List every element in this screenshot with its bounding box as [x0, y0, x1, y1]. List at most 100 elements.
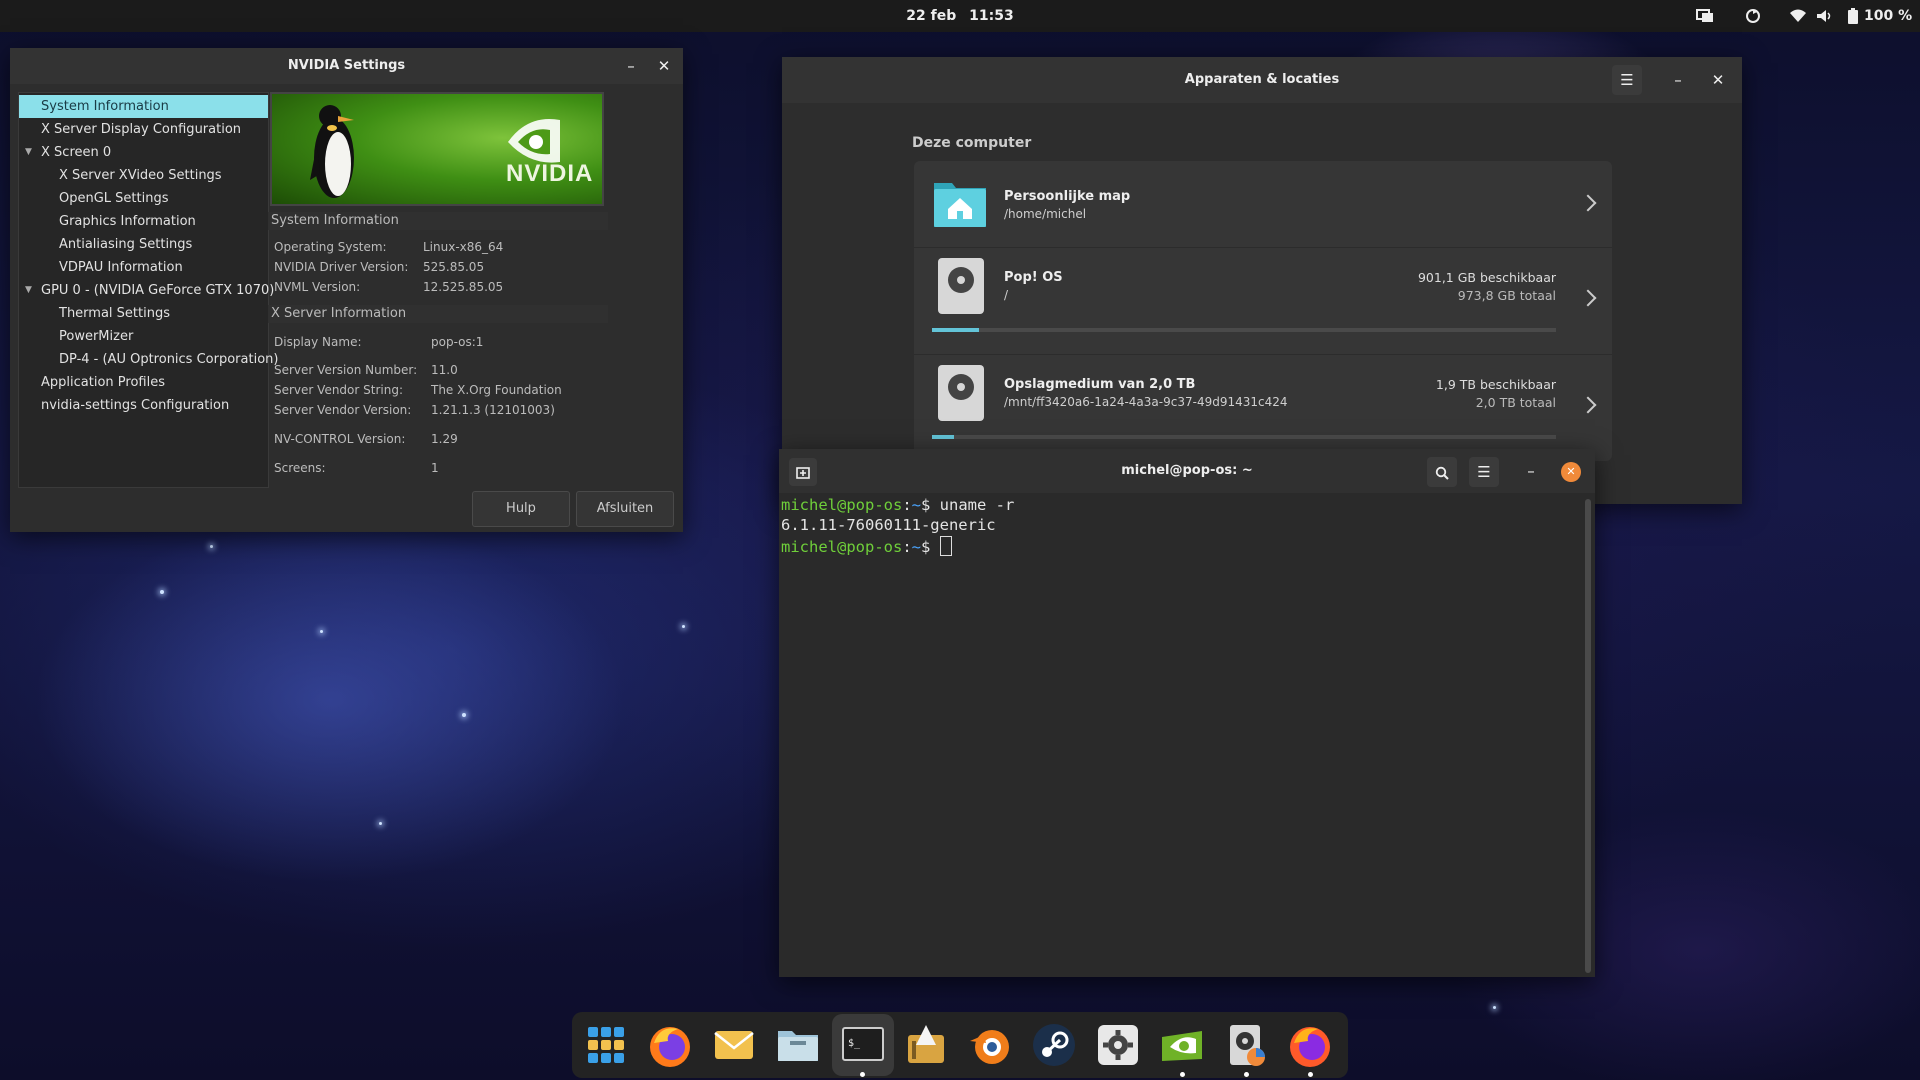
close-button[interactable]: ✕ [1706, 68, 1730, 92]
steam-icon[interactable] [1030, 1021, 1078, 1069]
mail-icon[interactable] [710, 1021, 758, 1069]
volume-icon[interactable] [1816, 0, 1834, 32]
clock[interactable]: 22 feb 11:53 [0, 0, 1920, 32]
top-panel: 22 feb 11:53 100 % [0, 0, 1920, 32]
expand-arrow-icon[interactable]: ▼ [25, 285, 32, 295]
minimize-button[interactable]: – [1519, 459, 1543, 483]
menu-button[interactable]: ☰ [1469, 457, 1499, 487]
nvidia-banner: NVIDIA [270, 92, 604, 206]
scrollbar[interactable] [1585, 499, 1591, 973]
software-installer-icon[interactable] [902, 1021, 950, 1069]
settings-icon[interactable] [1094, 1021, 1142, 1069]
disk-name: Opslagmedium van 2,0 TB [1004, 377, 1196, 392]
x-server-information-header: X Server Information [268, 305, 608, 323]
svg-text:$_: $_ [848, 1038, 861, 1049]
help-button[interactable]: Hulp [472, 491, 570, 527]
tree-item-dp-4[interactable]: DP-4 - (AU Optronics Corporation) [59, 348, 278, 371]
disk-row-pop-os[interactable]: Pop! OS / 901,1 GB beschikbaar 973,8 GB … [914, 248, 1612, 355]
close-button[interactable]: ✕ [652, 54, 676, 78]
tree-item-x-server-display-configuration[interactable]: X Server Display Configuration [41, 118, 241, 141]
info-value: The X.Org Foundation [431, 383, 562, 397]
disk-path: /mnt/ff3420a6-1a24-4a3a-9c37-49d91431c42… [1004, 395, 1288, 409]
info-key: NVML Version: [274, 280, 361, 294]
terminal-icon[interactable]: $_ [832, 1014, 894, 1076]
info-key: Server Vendor Version: [274, 403, 412, 417]
prompt-path: ~ [911, 538, 922, 556]
tree-item-vdpau-information[interactable]: VDPAU Information [59, 256, 183, 279]
disk-total: 2,0 TB totaal [1475, 395, 1556, 410]
system-information-header: System Information [268, 212, 608, 230]
text-cursor [939, 536, 952, 556]
disk-row-storage-2tb[interactable]: Opslagmedium van 2,0 TB /mnt/ff3420a6-1a… [914, 355, 1612, 461]
nvidia-settings-icon[interactable] [1158, 1021, 1206, 1069]
expand-arrow-icon[interactable]: ▼ [25, 147, 32, 157]
tree-item-antialiasing-settings[interactable]: Antialiasing Settings [59, 233, 192, 256]
prompt-user: michel@pop-os [781, 538, 903, 556]
nvidia-logo-text: NVIDIA [506, 160, 594, 187]
search-button[interactable] [1427, 457, 1457, 487]
usage-bar-fill [932, 328, 979, 332]
terminal-output[interactable]: michel@pop-os:~$ uname -r 6.1.11-7606011… [779, 496, 1579, 974]
tree-item-gpu-0[interactable]: GPU 0 - (NVIDIA GeForce GTX 1070) [41, 279, 274, 302]
disk-available: 1,9 TB beschikbaar [1435, 377, 1556, 392]
info-key: NVIDIA Driver Version: [274, 260, 409, 274]
firefox-alt-icon[interactable] [1286, 1021, 1334, 1069]
chevron-right-icon [1579, 289, 1597, 307]
files-icon[interactable] [774, 1021, 822, 1069]
star [462, 713, 466, 717]
close-nvidia-button[interactable]: Afsluiten [576, 491, 674, 527]
home-folder-icon [934, 183, 986, 227]
battery-percentage: 100 % [1864, 8, 1913, 24]
chevron-right-icon [1579, 194, 1597, 212]
disk-path: /home/michel [1004, 207, 1087, 221]
window-title: michel@pop-os: ~ [1121, 463, 1253, 478]
tree-item-system-information[interactable]: System Information [19, 95, 268, 118]
display-icon[interactable] [1696, 0, 1714, 32]
battery-icon[interactable] [1848, 0, 1858, 32]
disk-total: 973,8 GB totaal [1457, 288, 1556, 303]
menu-button[interactable]: ☰ [1612, 65, 1642, 95]
tree-item-application-profiles[interactable]: Application Profiles [41, 371, 165, 394]
info-value: 12.525.85.05 [423, 280, 504, 294]
window-title: NVIDIA Settings [287, 58, 406, 73]
tree-item-opengl-settings[interactable]: OpenGL Settings [59, 187, 169, 210]
nvidia-titlebar[interactable]: NVIDIA Settings [10, 48, 683, 84]
disk-path: / [1004, 288, 1009, 302]
disk-name: Pop! OS [1004, 270, 1063, 285]
wifi-icon[interactable] [1789, 0, 1807, 32]
close-button[interactable]: ✕ [1561, 462, 1581, 482]
new-tab-icon [796, 466, 810, 479]
chevron-right-icon [1579, 396, 1597, 414]
info-key: Operating System: [274, 240, 387, 254]
nvidia-settings-window: NVIDIA Settings – ✕ System Information X… [10, 48, 683, 532]
info-value: 525.85.05 [423, 260, 485, 274]
tree-item-xvideo-settings[interactable]: X Server XVideo Settings [59, 164, 222, 187]
search-icon [1435, 466, 1449, 480]
drive-icon [938, 365, 984, 421]
info-value: 11.0 [431, 363, 458, 377]
running-indicator [1180, 1072, 1185, 1077]
disk-available: 901,1 GB beschikbaar [1417, 270, 1556, 285]
disks-icon[interactable] [1222, 1021, 1270, 1069]
tree-item-powermizer[interactable]: PowerMizer [59, 325, 133, 348]
disks-titlebar[interactable]: Apparaten & locaties [782, 57, 1742, 103]
command-output: 6.1.11-76060111-generic [781, 516, 996, 534]
usage-bar-fill [932, 435, 954, 439]
tree-item-thermal-settings[interactable]: Thermal Settings [59, 302, 170, 325]
sync-icon[interactable] [1745, 0, 1761, 32]
prompt-path: ~ [911, 496, 922, 514]
disk-row-home[interactable]: Persoonlijke map /home/michel [914, 161, 1612, 248]
tree-item-nvidia-settings-configuration[interactable]: nvidia-settings Configuration [41, 394, 229, 417]
tree-item-x-screen-0[interactable]: X Screen 0 [41, 141, 111, 164]
star [1493, 1006, 1496, 1009]
tree-item-graphics-information[interactable]: Graphics Information [59, 210, 196, 233]
minimize-button[interactable]: – [1666, 68, 1690, 92]
firefox-icon[interactable] [646, 1021, 694, 1069]
new-tab-button[interactable] [789, 458, 817, 486]
info-value: Linux-x86_64 [423, 240, 504, 254]
minimize-button[interactable]: – [619, 54, 643, 78]
app-grid-icon[interactable] [582, 1021, 630, 1069]
disk-name: Persoonlijke map [1004, 189, 1131, 204]
blender-icon[interactable] [966, 1021, 1014, 1069]
navigation-tree[interactable]: System Information X Server Display Conf… [18, 92, 278, 488]
